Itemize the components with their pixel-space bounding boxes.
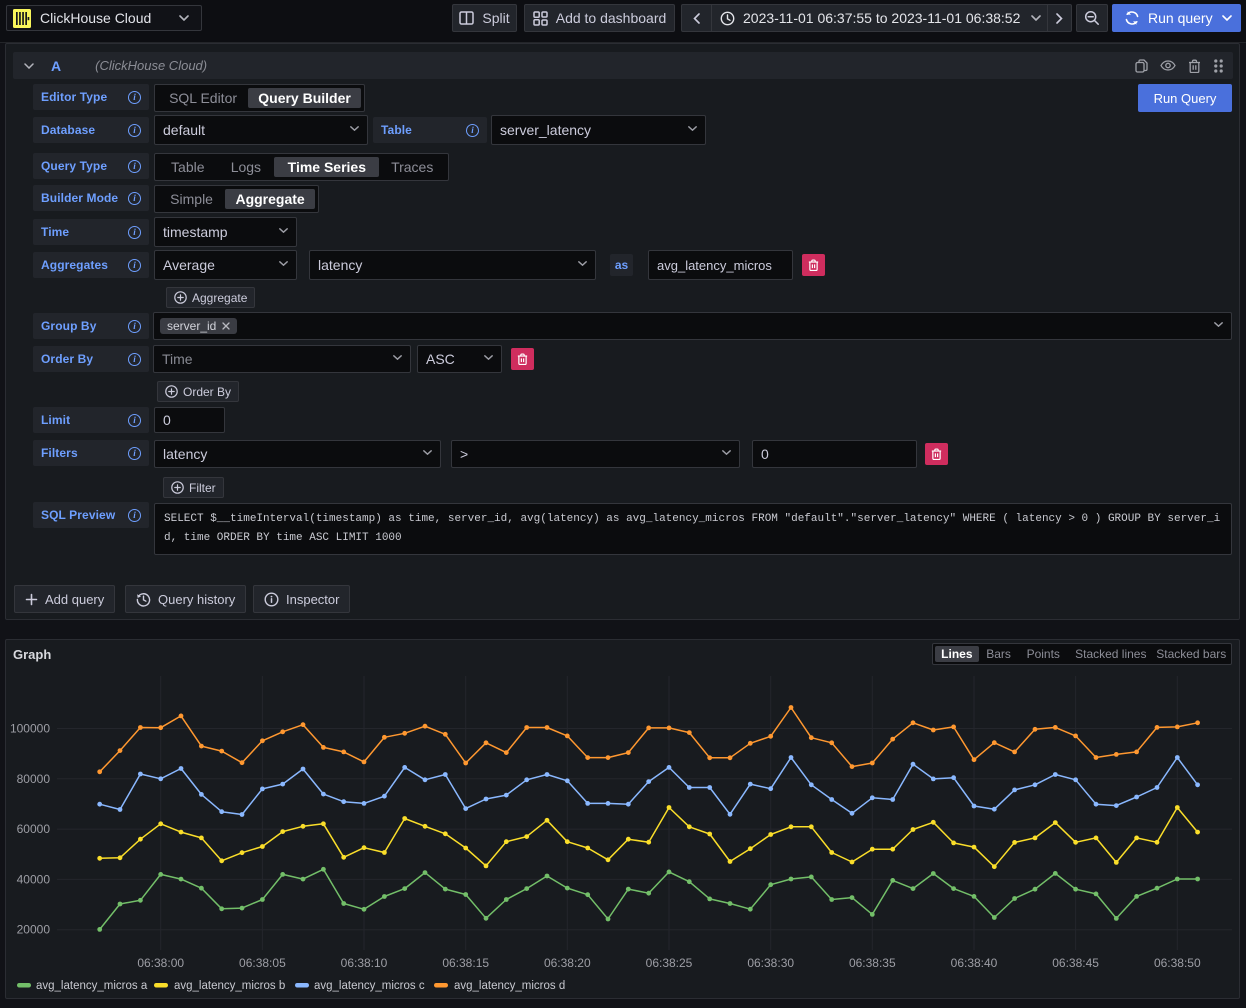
svg-text:80000: 80000 [17, 772, 51, 786]
svg-text:06:38:50: 06:38:50 [1154, 956, 1201, 970]
svg-text:06:38:00: 06:38:00 [137, 956, 184, 970]
svg-text:avg_latency_micros d: avg_latency_micros d [454, 980, 565, 992]
svg-text:avg_latency_micros b: avg_latency_micros b [174, 980, 285, 992]
svg-text:20000: 20000 [17, 923, 51, 937]
svg-text:60000: 60000 [17, 822, 51, 836]
svg-text:06:38:35: 06:38:35 [849, 956, 896, 970]
svg-text:06:38:15: 06:38:15 [442, 956, 489, 970]
svg-text:06:38:10: 06:38:10 [341, 956, 388, 970]
svg-text:40000: 40000 [17, 872, 51, 886]
svg-text:100000: 100000 [10, 722, 50, 736]
svg-text:06:38:40: 06:38:40 [951, 956, 998, 970]
svg-text:avg_latency_micros c: avg_latency_micros c [314, 980, 425, 992]
svg-text:06:38:20: 06:38:20 [544, 956, 591, 970]
svg-text:06:38:25: 06:38:25 [646, 956, 693, 970]
svg-text:06:38:05: 06:38:05 [239, 956, 286, 970]
svg-text:06:38:30: 06:38:30 [747, 956, 794, 970]
svg-text:06:38:45: 06:38:45 [1052, 956, 1099, 970]
svg-text:avg_latency_micros a: avg_latency_micros a [36, 980, 148, 992]
